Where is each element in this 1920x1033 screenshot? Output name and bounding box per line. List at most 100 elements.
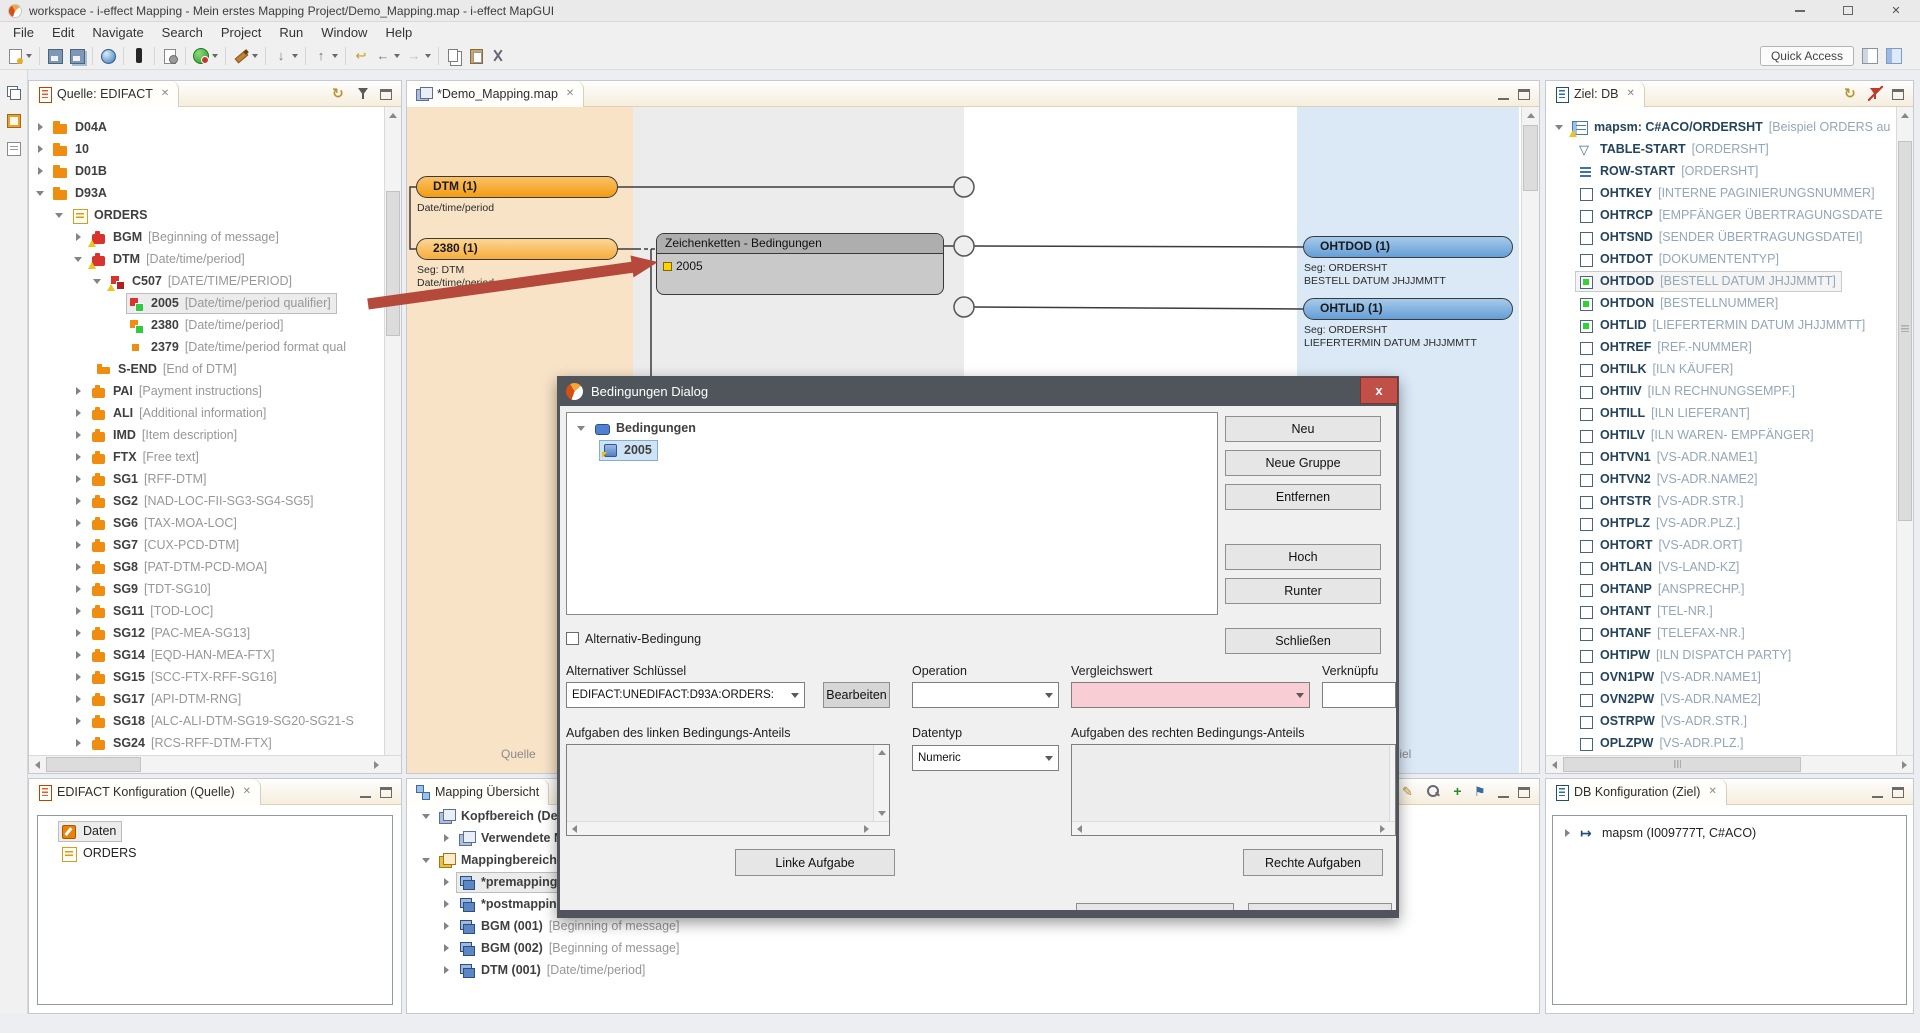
overview-tree-item-dtm-001-[interactable]: DTM (001)[Date/time/period] <box>408 959 1538 981</box>
target-tree-item-table-start[interactable]: TABLE-START[ORDERSHT] <box>1547 138 1896 160</box>
target-tree-item-mapsm-c-aco-ordersht[interactable]: mapsm: C#ACO/ORDERSHT[Beispiel ORDERS au <box>1547 116 1896 138</box>
expand-icon[interactable] <box>74 562 84 572</box>
menu-window[interactable]: Window <box>312 23 376 42</box>
collapse-icon[interactable] <box>74 254 84 264</box>
hoch-button[interactable]: Hoch <box>1225 544 1381 570</box>
source-tree-item-bgm[interactable]: BGM[Beginning of message] <box>30 226 384 248</box>
source-tree-item-d93a[interactable]: D93A <box>30 182 384 204</box>
vergleichswert-combo[interactable] <box>1071 682 1310 708</box>
tab-demo-mapping[interactable]: *Demo_Mapping.map ✕ <box>407 81 584 107</box>
node-ohtlid[interactable]: OHTLID (1) <box>1303 298 1513 320</box>
source-tree-item-sg17[interactable]: SG17[API-DTM-RNG] <box>30 688 384 710</box>
target-tree-item-ohtref[interactable]: OHTREF[REF.-NUMMER] <box>1547 336 1896 358</box>
quick-access-button[interactable]: Quick Access <box>1760 46 1854 66</box>
menu-help[interactable]: Help <box>376 23 421 42</box>
expand-icon[interactable] <box>74 672 84 682</box>
collapse-icon[interactable] <box>422 811 432 821</box>
source-tree-item-sg12[interactable]: SG12[PAC-MEA-SG13] <box>30 622 384 644</box>
expand-icon[interactable] <box>74 628 84 638</box>
source-tree-item-s-end[interactable]: S-END[End of DTM] <box>30 358 384 380</box>
bearbeiten-button[interactable]: Bearbeiten <box>823 682 890 708</box>
tab-close-icon[interactable]: ✕ <box>243 786 251 797</box>
source-tree-item-sg18[interactable]: SG18[ALC-ALI-DTM-SG19-SG20-SG21-S <box>30 710 384 732</box>
linke-aufgabe-button[interactable]: Linke Aufgabe <box>735 849 895 876</box>
source-tree-item-sg15[interactable]: SG15[SCC-FTX-RFF-SG16] <box>30 666 384 688</box>
editor-vscrollbar[interactable] <box>1521 107 1539 773</box>
expand-icon[interactable] <box>74 584 84 594</box>
save-all-button[interactable] <box>66 46 88 66</box>
db-config-item-mapsm-i009777t-c-aco-[interactable]: mapsm (I009777T, C#ACO) <box>1555 822 1904 844</box>
expand-icon[interactable] <box>74 540 84 550</box>
flag-icon[interactable]: ⚑ <box>1474 784 1489 799</box>
source-tree-item-d04a[interactable]: D04A <box>30 116 384 138</box>
target-tree-item-ohtipw[interactable]: OHTIPW[ILN DISPATCH PARTY] <box>1547 644 1896 666</box>
runter-button[interactable]: Runter <box>1225 578 1381 604</box>
expand-icon[interactable] <box>442 877 452 887</box>
maximize-view-icon[interactable] <box>1892 89 1904 100</box>
target-tree-item-ohtant[interactable]: OHTANT[TEL-NR.] <box>1547 600 1896 622</box>
expand-icon[interactable] <box>74 474 84 484</box>
target-tree-item-ohtplz[interactable]: OHTPLZ[VS-ADR.PLZ.] <box>1547 512 1896 534</box>
expand-icon[interactable] <box>74 694 84 704</box>
partial-button-right[interactable] <box>1248 903 1392 910</box>
target-tree-item-ohtill[interactable]: OHTILL[ILN LIEFERANT] <box>1547 402 1896 424</box>
maximize-view-icon[interactable] <box>1518 89 1530 100</box>
undo-button[interactable]: ↩ <box>350 46 372 66</box>
source-tree-item-sg1[interactable]: SG1[RFF-DTM] <box>30 468 384 490</box>
paint-brush-button[interactable] <box>230 46 261 66</box>
alternativ-bedingung-checkbox[interactable] <box>566 632 579 645</box>
menu-navigate[interactable]: Navigate <box>83 23 152 42</box>
alternativer-schluessel-combo[interactable]: EDIFACT:UNEDIFACT:D93A:ORDERS: <box>566 682 805 708</box>
right-tasks-area[interactable] <box>1071 744 1396 836</box>
expand-icon[interactable] <box>74 408 84 418</box>
maximize-view-icon[interactable] <box>380 89 392 100</box>
back-button[interactable]: ← <box>372 46 403 66</box>
menu-run[interactable]: Run <box>270 23 312 42</box>
target-vscrollbar[interactable] <box>1896 107 1913 755</box>
expand-icon[interactable] <box>74 496 84 506</box>
cut-button[interactable] <box>487 46 509 66</box>
target-tree-item-ohtvn1[interactable]: OHTVN1[VS-ADR.NAME1] <box>1547 446 1896 468</box>
neue-gruppe-button[interactable]: Neue Gruppe <box>1225 450 1381 476</box>
condition-tree-item-2005[interactable]: 2005 <box>569 439 1215 461</box>
overview-tree-item-bgm-002-[interactable]: BGM (002)[Beginning of message] <box>408 937 1538 959</box>
connector-port[interactable] <box>954 297 974 317</box>
source-tree-item-10[interactable]: 10 <box>30 138 384 160</box>
chevron-down-icon[interactable] <box>26 54 32 58</box>
node-2380[interactable]: 2380 (1) <box>416 238 618 260</box>
source-tree-item-orders[interactable]: ORDERS <box>30 204 384 226</box>
target-tree-item-ohtiiv[interactable]: OHTIIV[ILN RECHNUNGSEMPF.] <box>1547 380 1896 402</box>
expand-icon[interactable] <box>74 232 84 242</box>
minimize-view-icon[interactable] <box>1498 97 1509 100</box>
expand-icon[interactable] <box>36 166 46 176</box>
target-tree-item-ohtrcp[interactable]: OHTRCP[EMPFÄNGER ÜBERTRAGUNGSDATE <box>1547 204 1896 226</box>
filter-icon[interactable] <box>356 86 371 101</box>
source-tree-item-sg24[interactable]: SG24[RCS-RFF-DTM-FTX] <box>30 732 384 753</box>
right-tasks-hscrollbar[interactable] <box>1072 821 1395 835</box>
source-vscrollbar[interactable] <box>384 107 401 755</box>
config-item-orders[interactable]: ORDERS <box>40 842 390 864</box>
node-ohtdod[interactable]: OHTDOD (1) <box>1303 236 1513 258</box>
mapping-perspective-icon[interactable] <box>1886 48 1902 64</box>
window-maximize-button[interactable] <box>1824 0 1872 22</box>
verknuepfung-combo[interactable] <box>1322 682 1396 708</box>
tab-mapping-uebersicht[interactable]: Mapping Übersicht <box>407 779 549 805</box>
fetch-up-button[interactable]: ↑ <box>310 46 341 66</box>
synchronize-icon[interactable]: ↻ <box>332 86 347 101</box>
web-browser-button[interactable] <box>97 46 119 66</box>
connector-port[interactable] <box>954 177 974 197</box>
operation-combo[interactable] <box>912 682 1059 708</box>
source-tree-item-2379[interactable]: 2379[Date/time/period format qual <box>30 336 384 358</box>
chevron-down-icon[interactable] <box>292 54 298 58</box>
target-tree-item-ohtilv[interactable]: OHTILV[ILN WAREN- EMPFÄNGER] <box>1547 424 1896 446</box>
source-tree-item-2005[interactable]: 2005[Date/time/period qualifier] <box>30 292 384 314</box>
minimize-view-icon[interactable] <box>1872 795 1883 798</box>
window-minimize-button[interactable] <box>1776 0 1824 22</box>
minimize-view-icon[interactable] <box>360 795 371 798</box>
target-tree-item-ohtilk[interactable]: OHTILK[ILN KÄUFER] <box>1547 358 1896 380</box>
source-tree-item-sg7[interactable]: SG7[CUX-PCD-DTM] <box>30 534 384 556</box>
expand-icon[interactable] <box>442 833 452 843</box>
pencil-icon[interactable]: ✎ <box>1402 784 1417 799</box>
target-tree-item-ohtanp[interactable]: OHTANP[ANSPRECHP.] <box>1547 578 1896 600</box>
overview-tree-item-bgm-001-[interactable]: BGM (001)[Beginning of message] <box>408 915 1538 937</box>
